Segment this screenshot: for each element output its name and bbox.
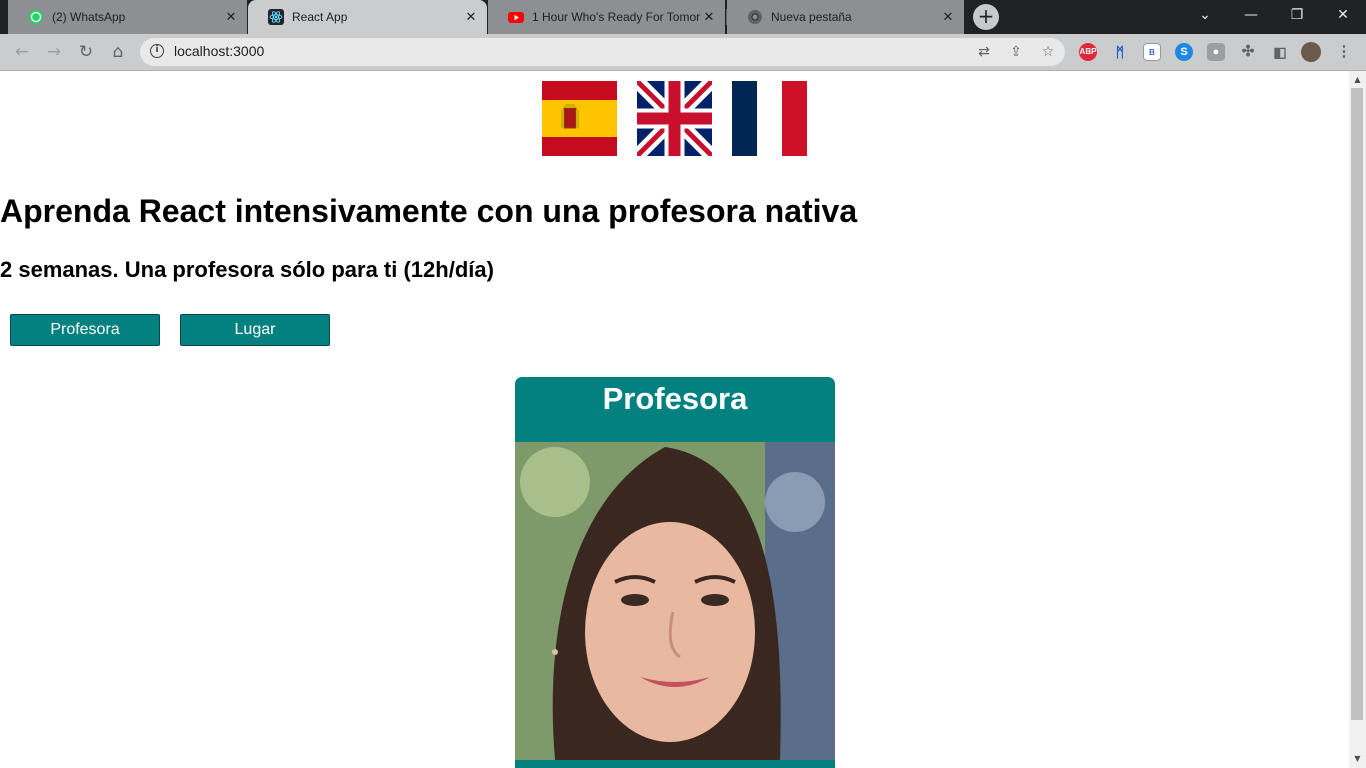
uk-flag[interactable] bbox=[637, 81, 712, 156]
scrollbar-thumb[interactable] bbox=[1351, 88, 1363, 720]
page-title: Aprenda React intensivamente con una pro… bbox=[0, 193, 858, 229]
translate-icon[interactable]: ⇄ bbox=[975, 43, 993, 61]
extensions-puzzle-icon[interactable]: ✣ bbox=[1239, 43, 1257, 61]
tab-new-tab[interactable]: Nueva pestaña ✕ bbox=[727, 0, 964, 34]
extension-m-icon[interactable]: ᛗ bbox=[1111, 43, 1129, 61]
lugar-button[interactable]: Lugar bbox=[180, 314, 330, 346]
side-panel-icon[interactable]: ◧ bbox=[1271, 43, 1289, 61]
france-flag[interactable] bbox=[732, 81, 807, 156]
page-subtitle: 2 semanas. Una profesora sólo para ti (1… bbox=[0, 257, 494, 282]
tab-search-icon[interactable]: ⌄ bbox=[1182, 0, 1228, 34]
shazam-icon[interactable]: S bbox=[1175, 43, 1193, 61]
restore-icon[interactable]: ❐ bbox=[1274, 0, 1320, 34]
teacher-card: Profesora bbox=[515, 377, 835, 768]
close-tab-icon[interactable]: ✕ bbox=[940, 9, 956, 25]
spain-flag[interactable] bbox=[542, 81, 617, 156]
youtube-icon bbox=[508, 9, 524, 25]
tab-react-app[interactable]: React App ✕ bbox=[248, 0, 487, 34]
forward-icon[interactable]: → bbox=[40, 38, 68, 66]
react-icon bbox=[268, 9, 284, 25]
chrome-icon bbox=[747, 9, 763, 25]
minimize-icon[interactable]: — bbox=[1228, 0, 1274, 34]
extension-b-icon[interactable]: B bbox=[1143, 43, 1161, 61]
new-tab-button[interactable]: + bbox=[973, 4, 999, 30]
address-bar[interactable] bbox=[140, 38, 1065, 66]
tab-youtube[interactable]: 1 Hour Who's Ready For Tomorro ✕ bbox=[488, 0, 725, 34]
toolbar-divider bbox=[0, 70, 1366, 71]
tab-label: (2) WhatsApp bbox=[52, 10, 126, 24]
scroll-down-icon[interactable]: ▼ bbox=[1349, 750, 1366, 767]
whatsapp-icon bbox=[28, 9, 44, 25]
tab-whatsapp[interactable]: (2) WhatsApp ✕ bbox=[8, 0, 247, 34]
card-title: Profesora bbox=[602, 381, 748, 416]
close-window-icon[interactable]: ✕ bbox=[1320, 0, 1366, 34]
tab-label: Nueva pestaña bbox=[771, 10, 852, 24]
url-text[interactable]: localhost:3000 bbox=[174, 43, 264, 59]
profesora-button[interactable]: Profesora bbox=[10, 314, 160, 346]
profile-avatar[interactable] bbox=[1301, 42, 1321, 62]
tab-label: React App bbox=[292, 10, 348, 24]
teacher-photo bbox=[515, 442, 835, 760]
menu-kebab-icon[interactable]: ⋮ bbox=[1335, 43, 1353, 61]
close-tab-icon[interactable]: ✕ bbox=[463, 9, 479, 25]
scroll-up-icon[interactable]: ▲ bbox=[1349, 71, 1366, 88]
back-icon[interactable]: ← bbox=[8, 38, 36, 66]
close-tab-icon[interactable]: ✕ bbox=[701, 9, 717, 25]
home-icon[interactable]: ⌂ bbox=[104, 38, 132, 66]
share-icon[interactable]: ⇪ bbox=[1007, 43, 1025, 61]
close-tab-icon[interactable]: ✕ bbox=[223, 9, 239, 25]
tab-label: 1 Hour Who's Ready For Tomorro bbox=[532, 10, 701, 24]
adblock-plus-icon[interactable]: ABP bbox=[1079, 43, 1097, 61]
reload-icon[interactable]: ↻ bbox=[72, 38, 100, 66]
site-info-icon[interactable]: i bbox=[150, 44, 164, 58]
bookmark-star-icon[interactable]: ☆ bbox=[1039, 43, 1057, 61]
extension-record-icon[interactable]: ● bbox=[1207, 43, 1225, 61]
